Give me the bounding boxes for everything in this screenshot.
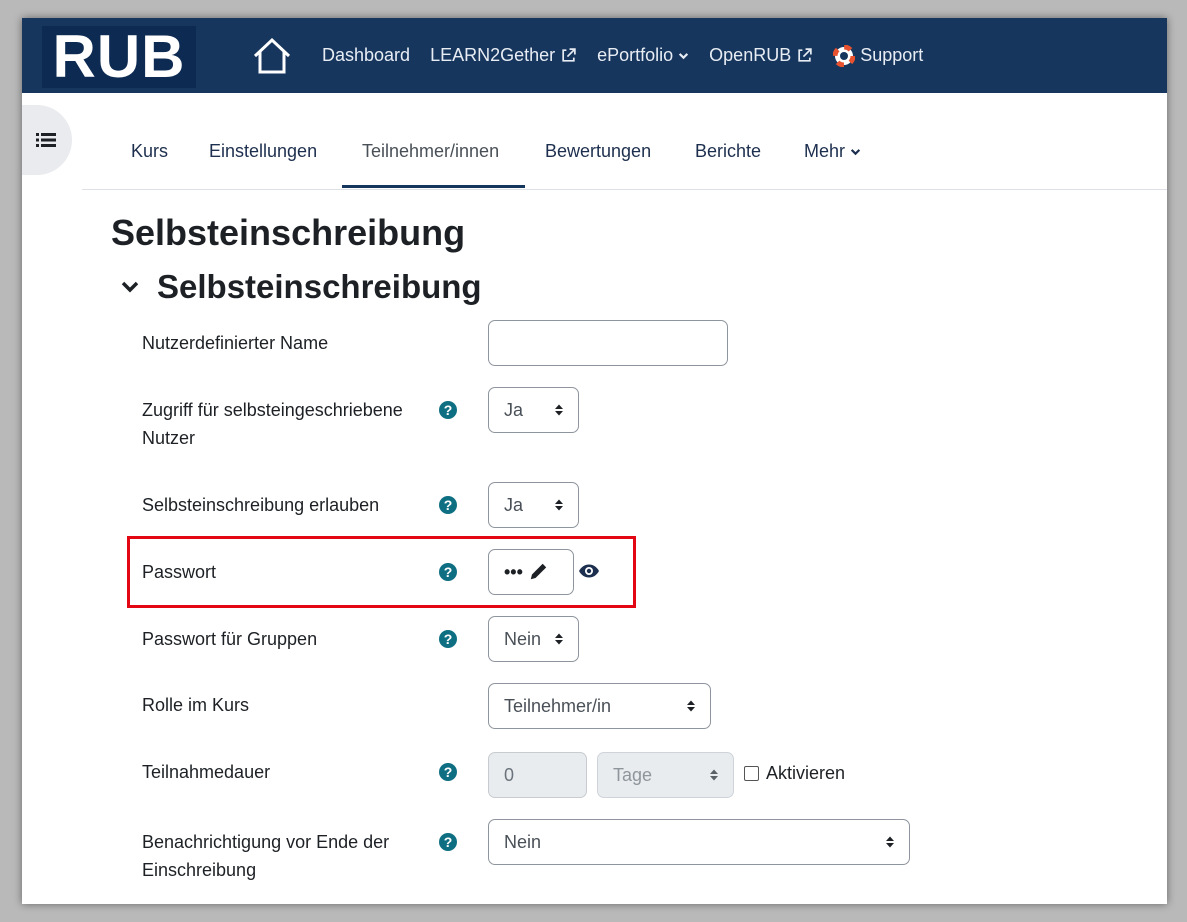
- active-tab-indicator: [342, 185, 525, 188]
- nav-support-label: Support: [860, 45, 924, 65]
- help-icon[interactable]: ?: [439, 563, 457, 581]
- pencil-icon: [530, 563, 547, 580]
- duration-unit-select[interactable]: Tage: [597, 752, 734, 798]
- drawer-toggle-button[interactable]: [22, 105, 72, 175]
- select-caret-icon: [555, 633, 563, 645]
- duration-label: Teilnahmedauer: [142, 762, 271, 782]
- access-value: Ja: [504, 399, 524, 420]
- access-select[interactable]: Ja: [488, 387, 579, 433]
- tab-kurs[interactable]: Kurs: [131, 141, 168, 162]
- notify-select[interactable]: Nein: [488, 819, 910, 865]
- nav-learn2gether[interactable]: LEARN2Gether: [430, 45, 577, 66]
- tab-berichte[interactable]: Berichte: [695, 141, 761, 162]
- role-select[interactable]: Teilnehmer/in: [488, 683, 711, 729]
- help-icon[interactable]: ?: [439, 496, 457, 514]
- group-password-select[interactable]: Nein: [488, 616, 579, 662]
- eye-icon[interactable]: [578, 562, 600, 580]
- role-value: Teilnehmer/in: [504, 695, 612, 716]
- group-password-value: Nein: [504, 628, 542, 649]
- chevron-down-icon: [679, 53, 689, 60]
- notify-label: Benachrichtigung vor Ende der Einschreib…: [142, 832, 390, 880]
- custom-name-input[interactable]: [488, 320, 728, 366]
- duration-enable[interactable]: Aktivieren: [744, 763, 845, 784]
- top-navbar: RUB Dashboard LEARN2Gether ePortfolio Op…: [22, 18, 1167, 93]
- nav-openrub-label: OpenRUB: [709, 45, 792, 65]
- tab-einstellungen[interactable]: Einstellungen: [209, 141, 317, 162]
- rub-logo[interactable]: RUB: [42, 26, 196, 88]
- lifebuoy-icon: [833, 44, 856, 67]
- tab-mehr-label: Mehr: [804, 141, 846, 161]
- external-link-icon: [562, 48, 576, 62]
- select-caret-icon: [886, 836, 894, 848]
- chevron-down-icon: [121, 281, 139, 293]
- section-title: Selbsteinschreibung: [157, 268, 482, 305]
- logo-text: RUB: [52, 23, 186, 90]
- home-icon[interactable]: [251, 32, 293, 80]
- access-label: Zugriff für selbsteingeschriebene Nutzer: [142, 400, 403, 448]
- select-caret-icon: [555, 499, 563, 511]
- select-caret-icon: [555, 404, 563, 416]
- nav-openrub[interactable]: OpenRUB: [709, 45, 813, 66]
- enable-checkbox[interactable]: [744, 766, 759, 781]
- secondary-navigation: Kurs Einstellungen Teilnehmer/innen Bewe…: [82, 93, 1167, 190]
- nav-dashboard-label: Dashboard: [322, 45, 411, 65]
- chevron-down-icon: [850, 149, 861, 156]
- password-field[interactable]: •••: [488, 549, 574, 595]
- help-icon[interactable]: ?: [439, 833, 457, 851]
- page-title: Selbsteinschreibung: [111, 212, 466, 253]
- section-header[interactable]: Selbsteinschreibung: [120, 268, 482, 306]
- help-icon[interactable]: ?: [439, 401, 457, 419]
- nav-links: Dashboard LEARN2Gether ePortfolio OpenRU…: [322, 18, 923, 93]
- duration-unit-value: Tage: [613, 764, 653, 785]
- enable-checkbox-label: Aktivieren: [766, 763, 846, 783]
- allow-label: Selbsteinschreibung erlauben: [142, 495, 380, 515]
- browser-frame: RUB Dashboard LEARN2Gether ePortfolio Op…: [22, 18, 1167, 904]
- nav-learn2gether-label: LEARN2Gether: [430, 45, 556, 65]
- tab-mehr[interactable]: Mehr: [804, 141, 861, 162]
- tab-bewertungen[interactable]: Bewertungen: [545, 141, 651, 162]
- tab-teilnehmer[interactable]: Teilnehmer/innen: [362, 141, 499, 162]
- select-caret-icon: [687, 700, 695, 712]
- select-caret-icon: [710, 769, 718, 781]
- duration-input[interactable]: 0: [488, 752, 587, 798]
- role-label: Rolle im Kurs: [142, 695, 250, 715]
- nav-support[interactable]: Support: [833, 44, 924, 67]
- allow-select[interactable]: Ja: [488, 482, 579, 528]
- external-link-icon: [798, 48, 812, 62]
- custom-name-label: Nutzerdefinierter Name: [142, 333, 329, 353]
- help-icon[interactable]: ?: [439, 763, 457, 781]
- password-label: Passwort: [142, 562, 217, 582]
- nav-dashboard[interactable]: Dashboard: [322, 45, 410, 66]
- list-icon: [36, 133, 56, 147]
- password-masked-value: •••: [504, 561, 523, 582]
- notify-value: Nein: [504, 831, 542, 852]
- help-icon[interactable]: ?: [439, 630, 457, 648]
- nav-eportfolio[interactable]: ePortfolio: [597, 45, 689, 66]
- allow-value: Ja: [504, 494, 524, 515]
- group-password-label: Passwort für Gruppen: [142, 629, 318, 649]
- nav-eportfolio-label: ePortfolio: [597, 45, 674, 65]
